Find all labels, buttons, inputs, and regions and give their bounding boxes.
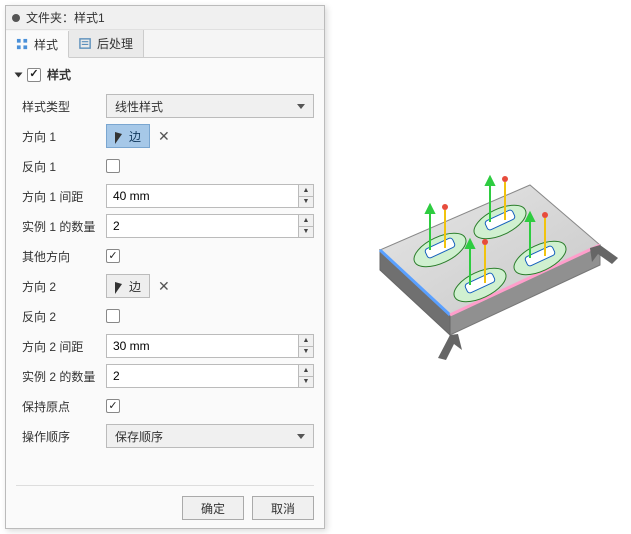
count1-input[interactable] <box>106 214 298 238</box>
spacing1-down[interactable]: ▼ <box>299 197 313 208</box>
direction2-clear-button[interactable]: ✕ <box>156 278 172 295</box>
reverse1-checkbox[interactable] <box>106 159 120 173</box>
spacing2-label: 方向 2 间距 <box>16 338 106 355</box>
tab-postprocess-label: 后处理 <box>97 35 133 52</box>
expand-icon <box>15 72 23 77</box>
count2-down[interactable]: ▼ <box>299 377 313 388</box>
count1-up[interactable]: ▲ <box>299 215 313 227</box>
cursor-icon <box>115 131 125 141</box>
section-header[interactable]: 样式 <box>16 66 314 83</box>
dialog-body: 样式 样式类型 线性样式 方向 1 边 ✕ 反向 1 <box>6 58 324 459</box>
postprocess-icon <box>79 37 92 50</box>
otherdir-checkbox[interactable] <box>106 249 120 263</box>
chevron-down-icon <box>297 434 305 439</box>
order-value: 保存顺序 <box>115 428 163 445</box>
dialog-title: 文件夹：样式1 <box>26 9 105 26</box>
dialog-footer: 确定 取消 <box>16 485 314 520</box>
cancel-button[interactable]: 取消 <box>252 496 314 520</box>
count2-label: 实例 2 的数量 <box>16 368 106 385</box>
cursor-icon <box>115 281 125 291</box>
tab-postprocess[interactable]: 后处理 <box>69 30 144 57</box>
count1-label: 实例 1 的数量 <box>16 218 106 235</box>
pattern-type-label: 样式类型 <box>16 98 106 115</box>
title-bullet-icon <box>12 14 20 22</box>
chevron-down-icon <box>297 104 305 109</box>
direction1-label: 方向 1 <box>16 128 106 145</box>
reverse1-label: 反向 1 <box>16 158 106 175</box>
keep-origin-label: 保持原点 <box>16 398 106 415</box>
pattern-type-value: 线性样式 <box>115 98 163 115</box>
section-checkbox[interactable] <box>27 68 41 82</box>
edge-button-label: 边 <box>129 128 141 145</box>
direction2-label: 方向 2 <box>16 278 106 295</box>
count2-up[interactable]: ▲ <box>299 365 313 377</box>
edge-button-label-2: 边 <box>129 278 141 295</box>
count2-input[interactable] <box>106 364 298 388</box>
reverse2-label: 反向 2 <box>16 308 106 325</box>
3d-viewport[interactable] <box>340 130 620 410</box>
spacing2-down[interactable]: ▼ <box>299 347 313 358</box>
spacing1-spinner[interactable]: ▲▼ <box>106 184 314 208</box>
order-label: 操作顺序 <box>16 428 106 445</box>
pattern-type-dropdown[interactable]: 线性样式 <box>106 94 314 118</box>
spacing1-label: 方向 1 间距 <box>16 188 106 205</box>
tab-style[interactable]: 样式 <box>6 31 69 58</box>
spacing2-input[interactable] <box>106 334 298 358</box>
count2-spinner[interactable]: ▲▼ <box>106 364 314 388</box>
ok-button[interactable]: 确定 <box>182 496 244 520</box>
titlebar: 文件夹：样式1 <box>6 6 324 30</box>
pattern-icon <box>16 38 29 51</box>
direction2-edge-button[interactable]: 边 <box>106 274 150 298</box>
spacing2-up[interactable]: ▲ <box>299 335 313 347</box>
spacing1-up[interactable]: ▲ <box>299 185 313 197</box>
count1-down[interactable]: ▼ <box>299 227 313 238</box>
keep-origin-checkbox[interactable] <box>106 399 120 413</box>
reverse2-checkbox[interactable] <box>106 309 120 323</box>
order-dropdown[interactable]: 保存顺序 <box>106 424 314 448</box>
spacing1-input[interactable] <box>106 184 298 208</box>
direction1-edge-button[interactable]: 边 <box>106 124 150 148</box>
pattern-dialog: 文件夹：样式1 样式 后处理 样式 样式类型 线性样式 <box>5 5 325 529</box>
direction1-clear-button[interactable]: ✕ <box>156 128 172 145</box>
tab-style-label: 样式 <box>34 36 58 53</box>
otherdir-label: 其他方向 <box>16 248 106 265</box>
spacing2-spinner[interactable]: ▲▼ <box>106 334 314 358</box>
count1-spinner[interactable]: ▲▼ <box>106 214 314 238</box>
section-title: 样式 <box>47 66 71 83</box>
tabbar: 样式 后处理 <box>6 30 324 58</box>
